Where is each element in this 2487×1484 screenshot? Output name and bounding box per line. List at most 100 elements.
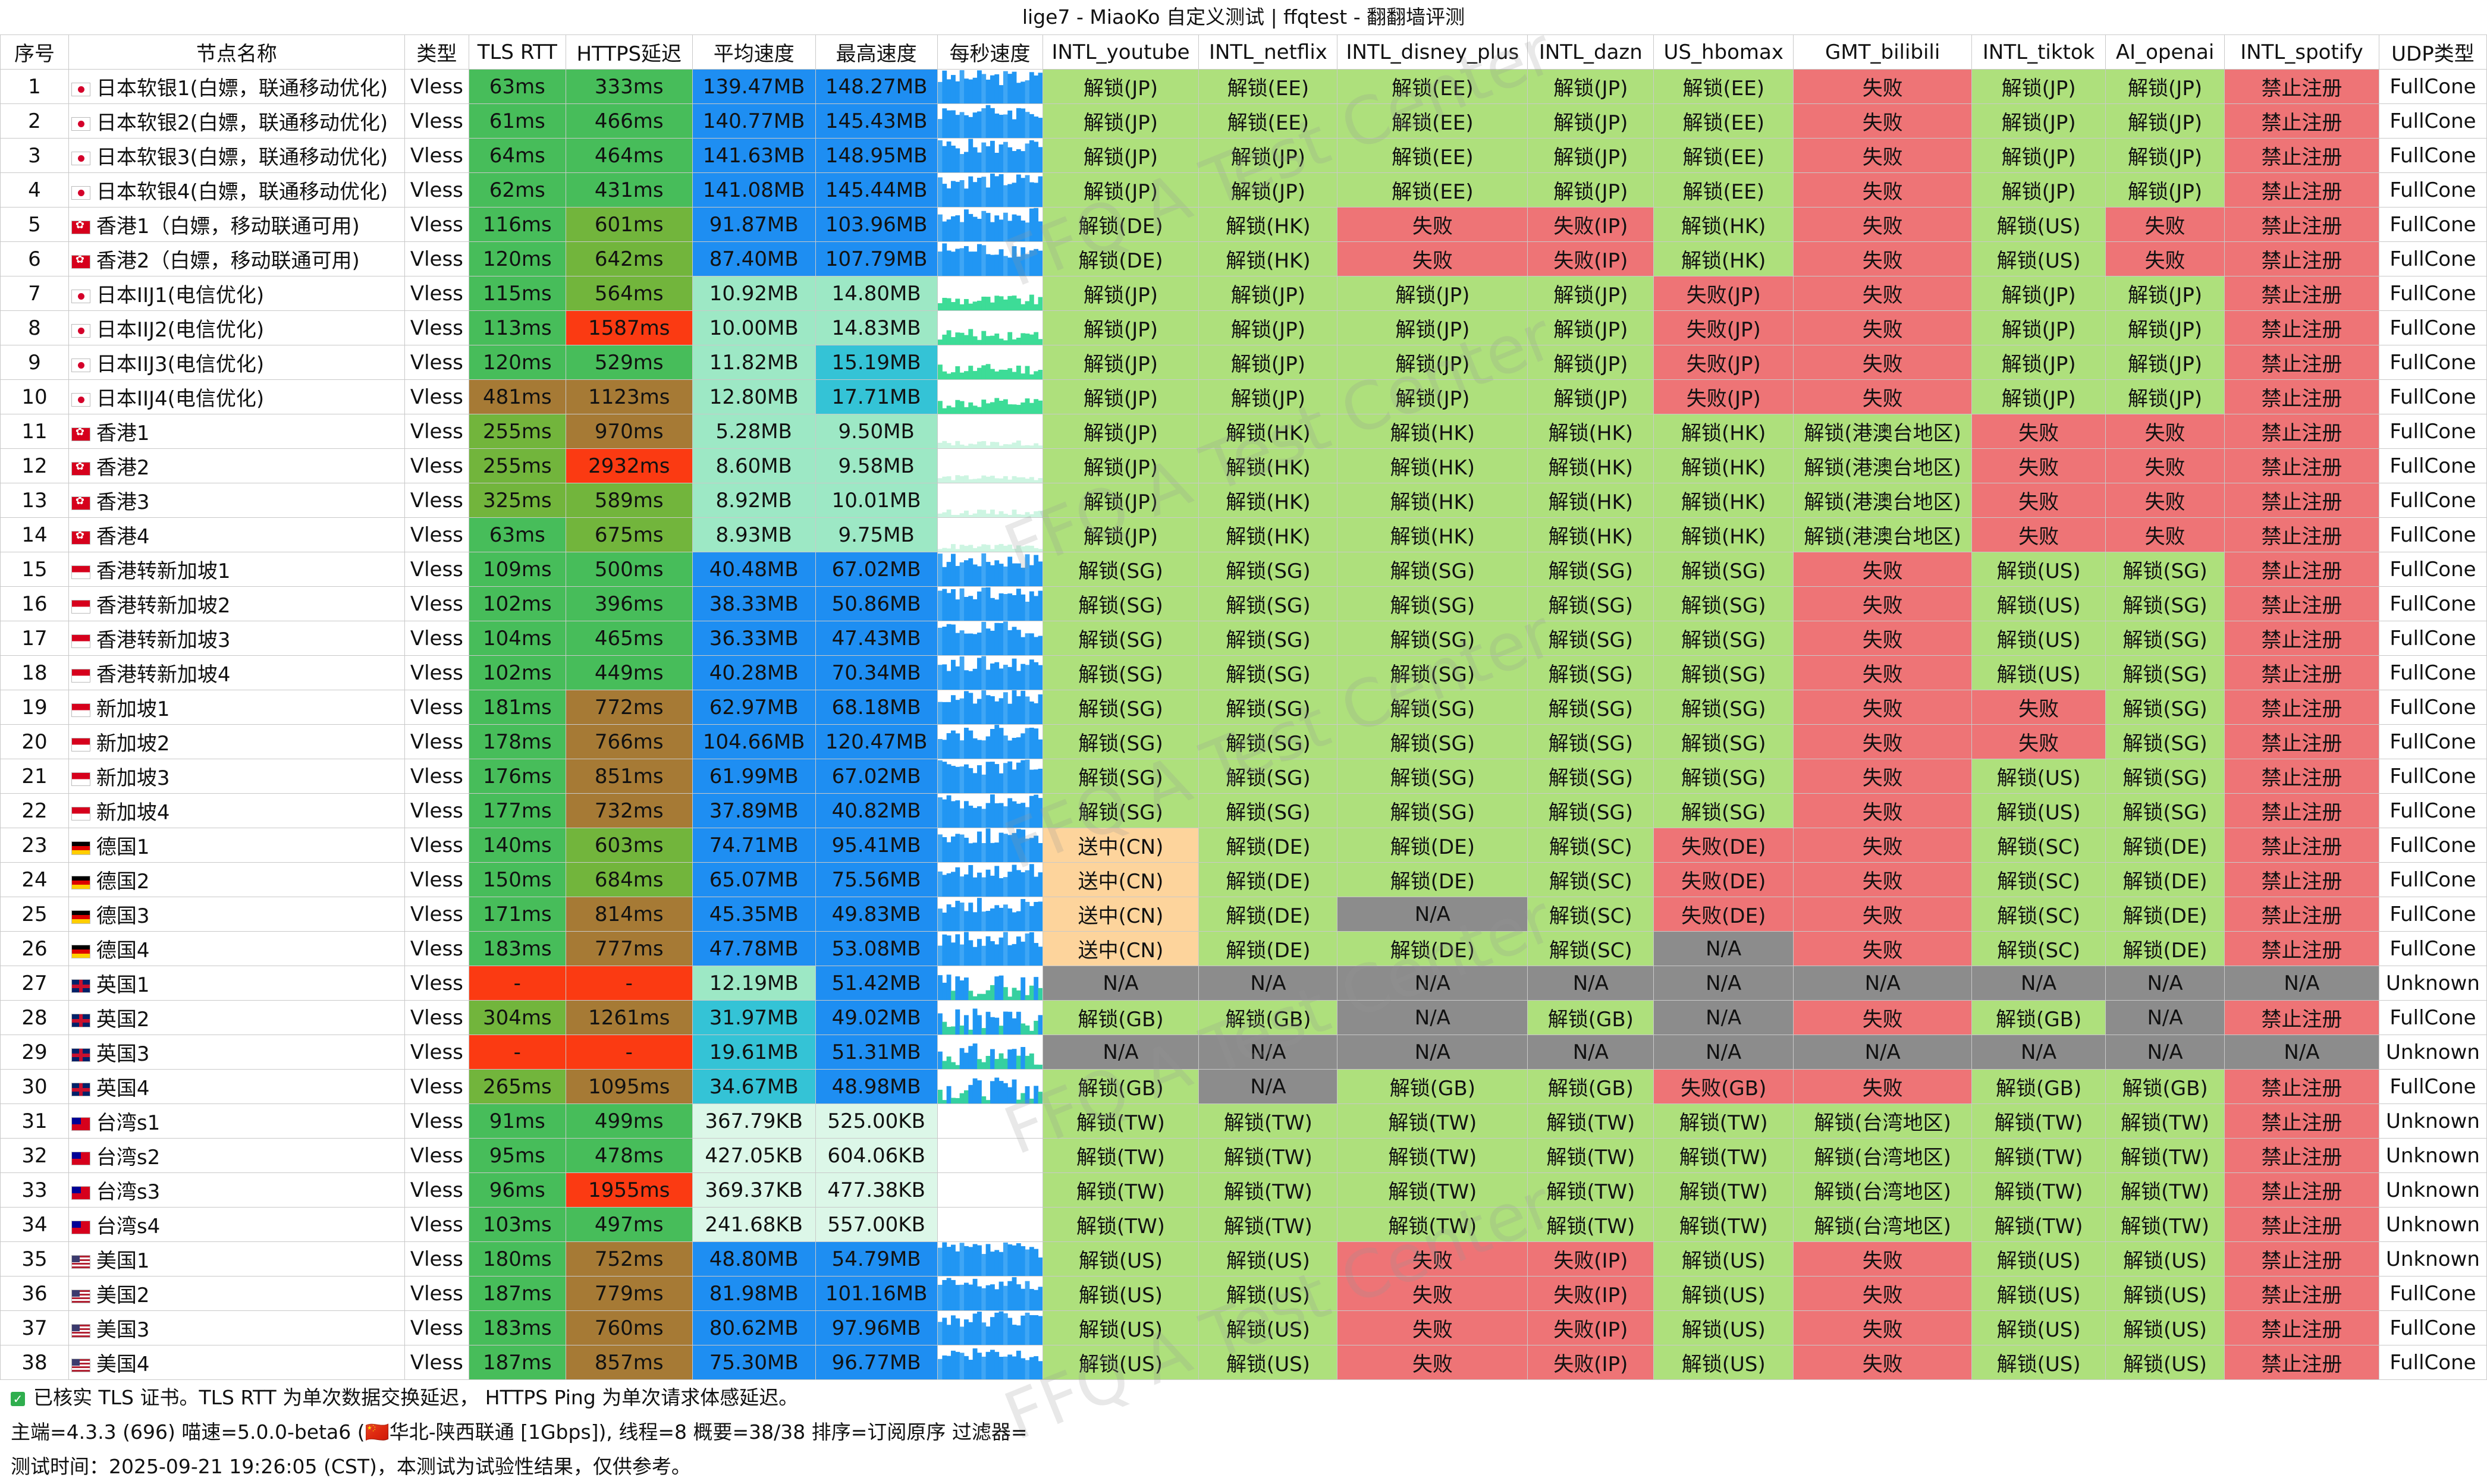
unlock-bili-text: 失败 [1862,180,1903,204]
sparkline-bar [968,329,973,345]
unlock-yt-text: 解锁(GB) [1078,1077,1164,1101]
flag-tw-icon [71,1186,90,1200]
https-latency-text: 478ms [594,1143,664,1168]
unlock-ai: 解锁(SG) [2105,793,2225,828]
sparkline-bar [963,115,969,138]
unlock-nf-text: 解锁(JP) [1230,387,1305,411]
unlock-dazn-text: 解锁(HK) [1548,491,1634,514]
avg-speed: 34.67MB [692,1069,816,1104]
row-index-text: 7 [28,281,41,306]
unlock-yt-text: 解锁(JP) [1083,456,1158,480]
sparkline-bar [1033,1356,1038,1379]
sparkline-bar [1020,803,1025,828]
unlock-ai-text: 失败 [2144,456,2185,480]
unlock-hbo-text: 失败(DE) [1681,835,1766,859]
node-type: Vless [404,793,469,828]
per-second-speed [937,690,1043,725]
unlock-nf-text: 解锁(JP) [1230,284,1305,307]
unlock-bili-text: 失败 [1862,111,1903,135]
node-type-text: Vless [410,1143,463,1168]
unlock-bili-text: 解锁(台湾地区) [1814,1146,1951,1169]
avg-speed: 40.28MB [692,655,816,690]
sparkline-bar [1007,945,1012,966]
sparkline-bar [950,75,956,103]
flag-us-icon [71,1359,90,1372]
sparkline-bar [994,764,999,793]
sparkline-bar [998,543,1004,552]
https-latency-text: 857ms [594,1350,664,1375]
sparkline-bar [954,475,960,483]
sparkline-bar [1007,835,1012,862]
max-speed: 50.86MB [815,586,938,621]
avg-speed-text: 12.80MB [709,385,799,409]
row-index-text: 11 [21,419,48,444]
unlock-dazn: 解锁(TW) [1527,1172,1654,1208]
node-name: 美国4 [68,1345,405,1380]
sparkline-bar [972,301,978,310]
sparkline-bar [985,445,991,448]
speed-sparkline [938,294,1042,310]
unlock-dazn: 解锁(JP) [1527,310,1654,345]
tls-rtt: 140ms [468,828,566,863]
sparkline-bar [990,1317,995,1345]
max-speed: 14.80MB [815,276,938,311]
sparkline-bar [946,842,952,862]
https-latency: 431ms [565,172,693,207]
node-type-text: Vless [410,1212,463,1237]
unlock-yt-text: 解锁(TW) [1076,1111,1165,1135]
unlock-bili-text: 解锁(港澳台地区) [1804,525,1961,549]
node-name-text: 日本软银1(白嫖，联通移动优化) [96,77,388,100]
unlock-nf-text: 解锁(DE) [1226,870,1311,894]
sparkline-bar [938,140,943,172]
unlock-ai-text: N/A [2147,1005,2183,1030]
unlock-dazn-text: 失败(IP) [1553,1284,1628,1307]
unlock-dp-text: N/A [1414,971,1450,995]
udp-type-text: FullCone [2389,350,2476,375]
unlock-tt-text: 解锁(US) [1996,663,2081,687]
https-latency: - [565,1035,693,1070]
avg-speed-text: 241.68KB [705,1212,803,1237]
sparkline-bar [954,599,960,621]
sparkline-bar [1025,870,1030,897]
udp-type-text: FullCone [2389,109,2476,133]
unlock-hbo-text: 解锁(US) [1681,1284,1766,1307]
udp-type: FullCone [2378,586,2487,621]
column-header: 节点名称 [68,34,405,70]
unlock-tt: 解锁(TW) [1971,1103,2106,1139]
sparkline-bar [981,553,986,586]
sparkline-bar [1003,399,1008,414]
udp-type-text: FullCone [2389,798,2476,823]
sparkline-bar [1025,479,1030,483]
unlock-ai: 解锁(JP) [2105,138,2225,173]
sparkline-bar [998,296,1004,310]
avg-speed: 12.19MB [692,966,816,1001]
avg-speed-text: 65.07MB [709,867,799,892]
tls-rtt: 91ms [468,1103,566,1139]
unlock-bili-text: 解锁(港澳台地区) [1804,491,1961,514]
sparkline-bar [972,877,978,897]
unlock-tt: 失败 [1971,483,2106,518]
unlock-nf: 解锁(SG) [1198,552,1338,587]
sparkline-bar [994,976,999,1000]
table-row: 15 香港转新加坡1 Vless 109ms 500ms 40.48MB 67.02MB 解锁… [0,552,2487,587]
unlock-yt: 解锁(SG) [1042,759,1199,794]
unlock-tt-text: N/A [2021,1040,2057,1064]
sparkline-bar [1016,514,1021,517]
unlock-hbo: 解锁(HK) [1653,414,1794,449]
udp-type: FullCone [2378,1276,2487,1311]
unlock-ai: 解锁(DE) [2105,862,2225,897]
sparkline-bar [981,621,986,655]
row-index-text: 8 [28,316,41,340]
node-name: 日本软银2(白嫖，联通移动优化) [68,103,405,139]
avg-speed-text: 367.79KB [705,1109,803,1133]
sparkline-bar [1033,555,1038,586]
sparkline-bar [998,338,1004,345]
sparkline-bar [941,567,947,586]
unlock-dp-text: 解锁(TW) [1388,1180,1477,1204]
avg-speed: 74.71MB [692,828,816,863]
unlock-dp: 失败 [1337,207,1528,242]
unlock-dp: 解锁(JP) [1337,276,1528,311]
column-header: TLS RTT [468,34,566,70]
sparkline-bar [946,298,952,310]
unlock-dazn-text: 解锁(TW) [1546,1180,1635,1204]
